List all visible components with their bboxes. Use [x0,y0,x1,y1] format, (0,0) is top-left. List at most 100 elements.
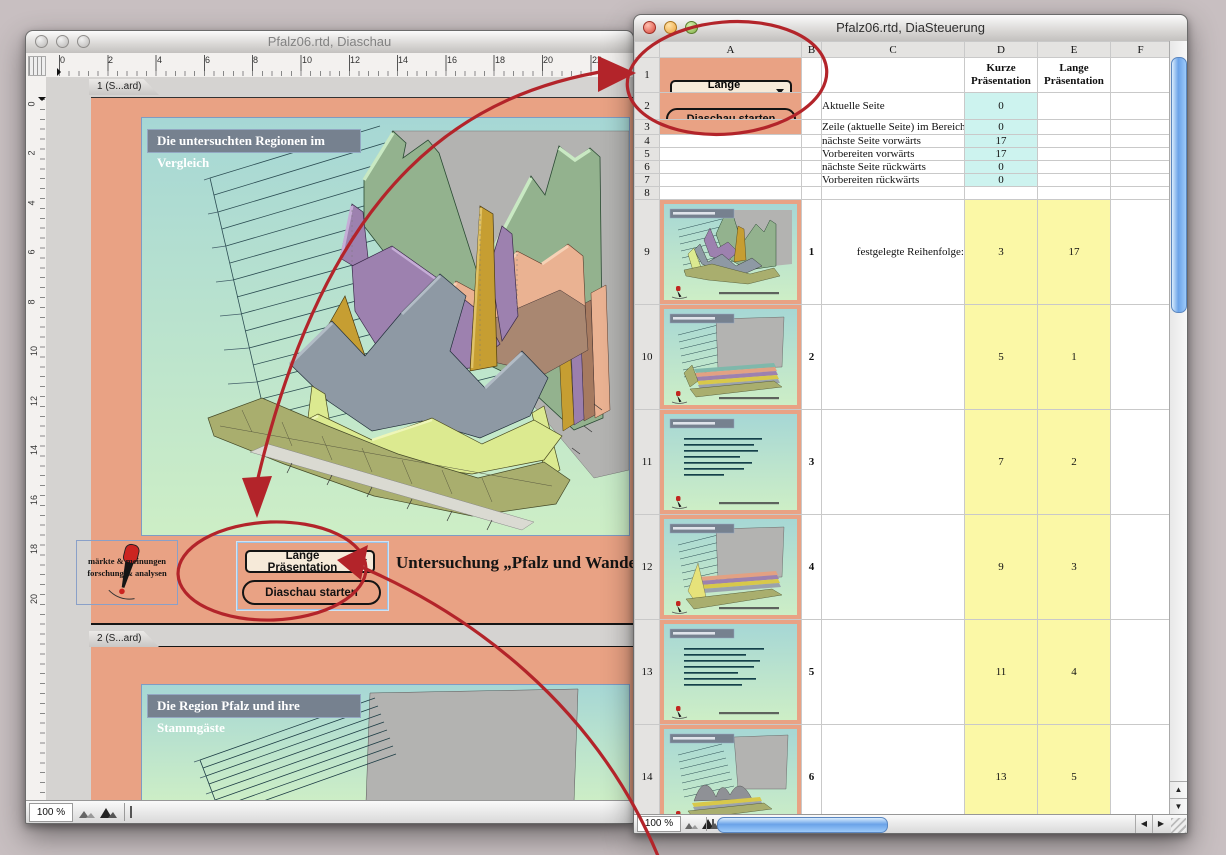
cell-d9[interactable]: 3 [965,200,1038,305]
zoom-button[interactable] [77,35,90,48]
cell-e14[interactable]: 5 [1038,725,1111,816]
cell[interactable] [802,148,822,161]
column-header-b[interactable]: B [802,42,822,58]
cell-a11-slide-thumbnail[interactable] [660,410,802,515]
cell[interactable] [802,135,822,148]
cell-c2[interactable]: Aktuelle Seite [822,93,965,120]
zoom-out-icon[interactable] [684,818,720,830]
cell-d12[interactable]: 9 [965,515,1038,620]
cell-b11-order[interactable]: 3 [802,410,822,515]
cell[interactable] [802,161,822,174]
row-header[interactable]: 11 [635,410,660,515]
cell[interactable] [1111,120,1171,135]
column-header-f[interactable]: F [1111,42,1171,58]
left-window-titlebar[interactable]: Pfalz06.rtd, Diaschau [26,31,633,54]
row-header[interactable]: 1 [635,58,660,93]
cell-a3[interactable] [660,120,802,135]
cell[interactable] [822,58,965,93]
cell[interactable] [1038,135,1111,148]
cell-a12-slide-thumbnail[interactable] [660,515,802,620]
cell[interactable] [822,620,965,725]
cell[interactable] [1038,148,1111,161]
cell[interactable] [822,515,965,620]
zoom-level[interactable]: 100 % [29,803,73,822]
cell[interactable] [1111,58,1171,93]
cell-e1[interactable]: Lange Präsentation [1038,58,1111,93]
presentation-dropdown[interactable]: Lange Präsentation [245,550,375,573]
cell[interactable] [660,161,802,174]
cell[interactable] [1038,161,1111,174]
resize-grip[interactable] [1171,818,1186,833]
zoom-button[interactable] [685,21,698,34]
cell-a9-slide-thumbnail[interactable] [660,200,802,305]
cell[interactable] [1038,93,1111,120]
cell[interactable] [1111,725,1171,816]
cell[interactable] [1111,161,1171,174]
cell-b14-order[interactable]: 6 [802,725,822,816]
cell-b10-order[interactable]: 2 [802,305,822,410]
row-header[interactable]: 9 [635,200,660,305]
cell-e11[interactable]: 2 [1038,410,1111,515]
zoom-out-icon[interactable] [78,806,118,819]
cell[interactable] [1038,120,1111,135]
row-header[interactable]: 3 [635,120,660,135]
cell-d11[interactable]: 7 [965,410,1038,515]
cell[interactable] [1038,187,1111,200]
cell-b13-order[interactable]: 5 [802,620,822,725]
cell[interactable] [1111,410,1171,515]
cell-d1[interactable]: Kurze Präsentation [965,58,1038,93]
cell[interactable] [1111,305,1171,410]
cell[interactable] [822,305,965,410]
cell-c4[interactable]: nächste Seite vorwärts [822,135,965,148]
cell[interactable] [1111,515,1171,620]
cell[interactable] [822,725,965,816]
scroll-left-button[interactable]: ◀ [1135,815,1152,833]
horizontal-scroll-thumb[interactable] [717,817,888,833]
cell[interactable] [660,135,802,148]
row-header[interactable]: 12 [635,515,660,620]
cell-b12-order[interactable]: 4 [802,515,822,620]
close-button[interactable] [643,21,656,34]
cell[interactable] [802,58,822,93]
ruler-origin-marker[interactable] [38,97,46,101]
minimize-button[interactable] [664,21,677,34]
cell-c5[interactable]: Vorbereiten vorwärts [822,148,965,161]
cell[interactable] [1111,93,1171,120]
cell[interactable] [1111,620,1171,725]
cell[interactable] [1111,200,1171,305]
row-header[interactable]: 10 [635,305,660,410]
scroll-up-button[interactable]: ▲ [1170,781,1187,798]
presentation-dropdown[interactable]: Lange Präsentation [670,80,792,93]
cell-e10[interactable]: 1 [1038,305,1111,410]
vertical-scrollbar[interactable]: ▲ ▼ [1169,41,1187,815]
cell[interactable] [802,174,822,187]
cell[interactable] [802,120,822,135]
cell[interactable] [1111,148,1171,161]
cell-a14-slide-thumbnail[interactable] [660,725,802,816]
cell[interactable] [660,148,802,161]
slide-title-bar[interactable]: Die untersuchten Regionen im Vergleich [147,129,361,153]
cell-a10-slide-thumbnail[interactable] [660,305,802,410]
right-window-titlebar[interactable]: Pfalz06.rtd, DiaSteuerung [634,15,1187,42]
cell[interactable] [1111,135,1171,148]
cell-b9-order[interactable]: 1 [802,200,822,305]
row-header[interactable]: 8 [635,187,660,200]
cell-d4[interactable]: 17 [965,135,1038,148]
ruler-origin-marker[interactable] [57,68,61,76]
cell-c6[interactable]: nächste Seite rückwärts [822,161,965,174]
start-slideshow-button[interactable]: Diaschau starten [242,580,381,605]
close-button[interactable] [35,35,48,48]
cell-d6[interactable]: 0 [965,161,1038,174]
cell[interactable] [660,187,802,200]
cell[interactable] [965,187,1038,200]
cell-d2[interactable]: 0 [965,93,1038,120]
cell-e12[interactable]: 3 [1038,515,1111,620]
row-header[interactable]: 14 [635,725,660,816]
cell-e13[interactable]: 4 [1038,620,1111,725]
cell-d14[interactable]: 13 [965,725,1038,816]
row-header[interactable]: 6 [635,161,660,174]
cell[interactable] [822,187,965,200]
slide-controls-group[interactable]: Lange Präsentation Diaschau starten [237,542,388,610]
minimize-button[interactable] [56,35,69,48]
cell-d5[interactable]: 17 [965,148,1038,161]
